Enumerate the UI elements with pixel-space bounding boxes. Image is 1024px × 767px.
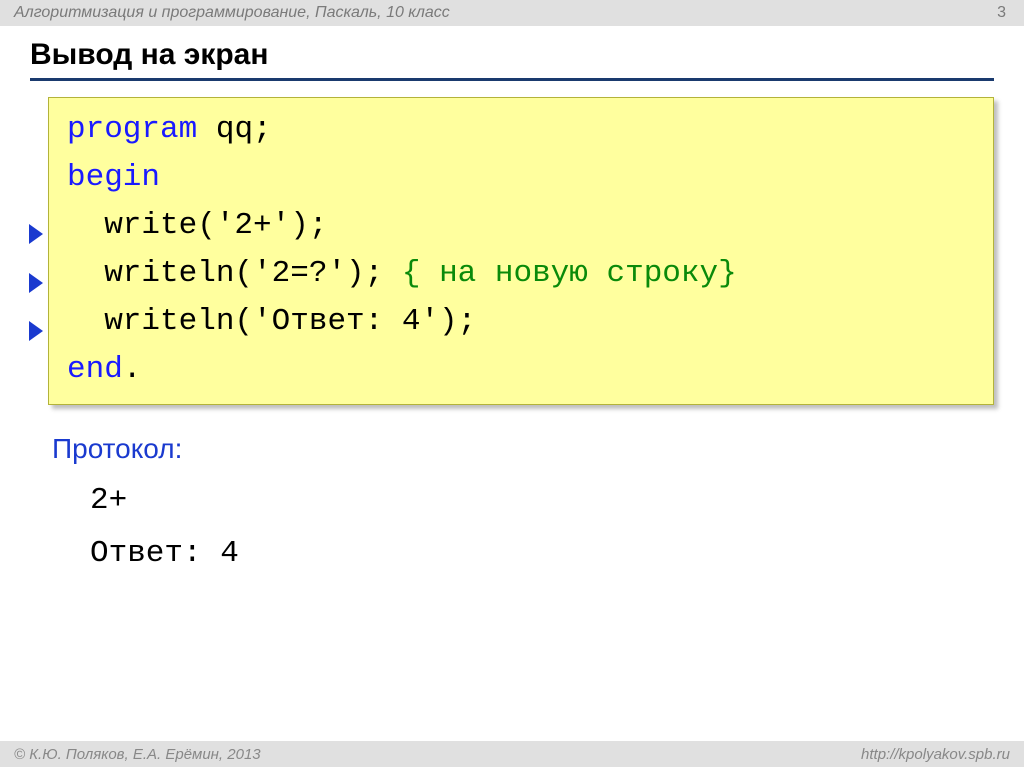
output-line: 2+	[90, 475, 994, 528]
code-box: program qq; begin write('2+'); writeln('…	[48, 97, 994, 405]
footer-copyright: © К.Ю. Поляков, Е.А. Ерёмин, 2013	[14, 746, 261, 763]
bullet-icon	[29, 224, 43, 244]
slide: Алгоритмизация и программирование, Паска…	[0, 0, 1024, 767]
slide-title: Вывод на экран	[30, 38, 994, 81]
code-line: writeln('2=?'); { на новую строку}	[67, 250, 975, 298]
code-keyword: program	[67, 112, 197, 147]
code-line: program qq;	[67, 106, 975, 154]
footer-url: http://kpolyakov.spb.ru	[861, 746, 1010, 763]
code-comment: { на новую строку}	[402, 256, 737, 291]
footer: © К.Ю. Поляков, Е.А. Ерёмин, 2013 http:/…	[0, 741, 1024, 767]
code-keyword: begin	[67, 160, 160, 195]
page-number: 3	[997, 4, 1006, 22]
protocol-label: Протокол:	[52, 433, 994, 465]
bullet-icon	[29, 273, 43, 293]
protocol-output: 2+ Ответ: 4	[90, 475, 994, 580]
header-breadcrumb: Алгоритмизация и программирование, Паска…	[14, 4, 450, 22]
code-area: program qq; begin write('2+'); writeln('…	[30, 97, 994, 405]
output-line: Ответ: 4	[90, 528, 994, 581]
protocol-block: Протокол: 2+ Ответ: 4	[52, 433, 994, 580]
code-text: writeln('2=?');	[67, 256, 402, 291]
code-line: begin	[67, 154, 975, 202]
title-block: Вывод на экран	[0, 26, 1024, 87]
code-line: end.	[67, 346, 975, 394]
bullet-icon	[29, 321, 43, 341]
header-strip: Алгоритмизация и программирование, Паска…	[0, 0, 1024, 26]
code-text: qq;	[197, 112, 271, 147]
code-keyword: end	[67, 352, 123, 387]
code-line: write('2+');	[67, 202, 975, 250]
code-line: writeln('Ответ: 4');	[67, 298, 975, 346]
code-text: .	[123, 352, 142, 387]
